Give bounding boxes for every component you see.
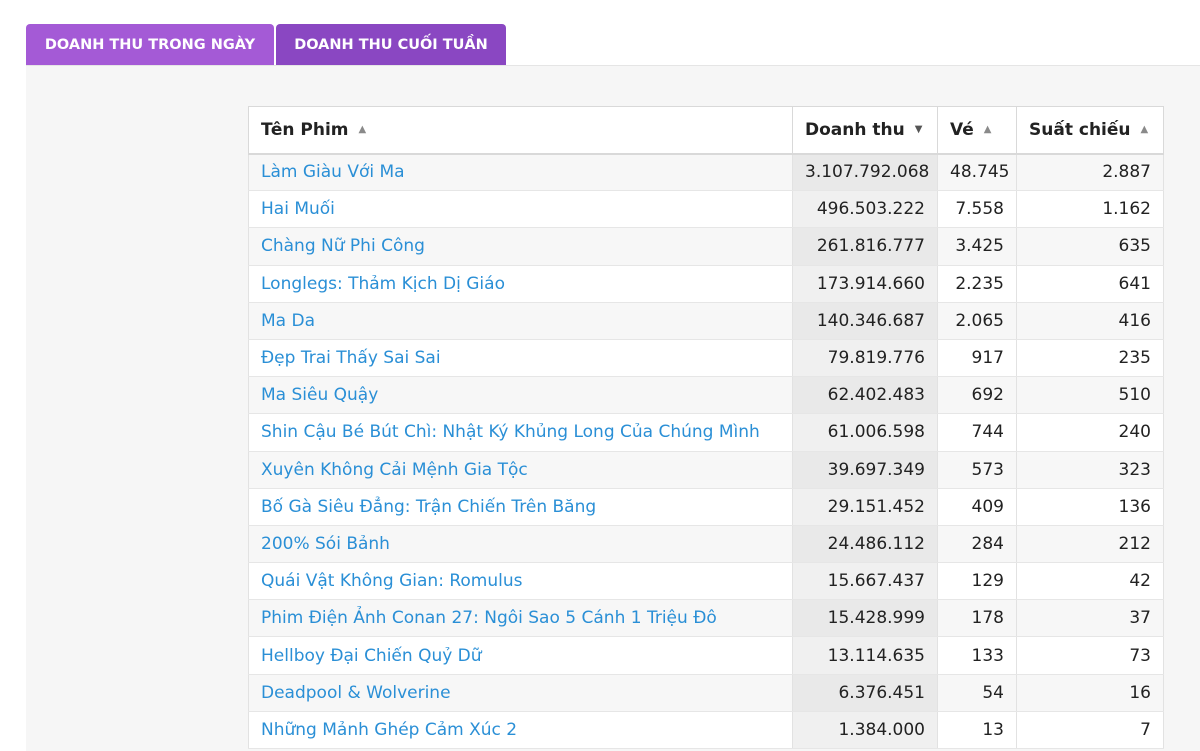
movie-name-link[interactable]: Deadpool & Wolverine: [248, 674, 793, 712]
revenue-cell: 140.346.687: [792, 302, 938, 340]
column-header-showings[interactable]: Suất chiếu ▲: [1016, 106, 1164, 155]
table-row: Hellboy Đại Chiến Quỷ Dữ 13.114.635 133 73: [248, 636, 1164, 675]
column-header-label: Suất chiếu: [1029, 119, 1131, 140]
table-row: Phim Điện Ảnh Conan 27: Ngôi Sao 5 Cánh …: [248, 599, 1164, 638]
showings-cell: 2.887: [1016, 153, 1164, 192]
sort-ascending-icon: ▲: [358, 124, 367, 136]
table-row: Những Mảnh Ghép Cảm Xúc 2 1.384.000 13 7: [248, 711, 1164, 750]
tickets-cell: 48.745: [937, 153, 1017, 192]
revenue-cell: 29.151.452: [792, 488, 938, 526]
showings-cell: 212: [1016, 525, 1164, 564]
tickets-cell: 284: [937, 525, 1017, 564]
showings-cell: 323: [1016, 451, 1164, 489]
revenue-cell: 173.914.660: [792, 265, 938, 303]
revenue-cell: 24.486.112: [792, 525, 938, 564]
box-office-table: Tên Phim ▲ Doanh thu ▼ Vé ▲ Suất chiếu ▲ Làm…: [248, 106, 1164, 750]
tickets-cell: 7.558: [937, 190, 1017, 229]
movie-name-link[interactable]: Quái Vật Không Gian: Romulus: [248, 562, 793, 601]
table-row: Ma Da 140.346.687 2.065 416: [248, 302, 1164, 340]
showings-cell: 42: [1016, 562, 1164, 601]
movie-name-link[interactable]: Đẹp Trai Thấy Sai Sai: [248, 339, 793, 378]
showings-cell: 235: [1016, 339, 1164, 378]
column-header-label: Tên Phim: [261, 119, 349, 140]
showings-cell: 7: [1016, 711, 1164, 750]
revenue-cell: 15.667.437: [792, 562, 938, 601]
table-row: Longlegs: Thảm Kịch Dị Giáo 173.914.660 2.…: [248, 265, 1164, 303]
revenue-cell: 13.114.635: [792, 636, 938, 675]
showings-cell: 635: [1016, 227, 1164, 266]
revenue-cell: 3.107.792.068: [792, 153, 938, 192]
tickets-cell: 692: [937, 376, 1017, 415]
showings-cell: 73: [1016, 636, 1164, 675]
sort-ascending-icon: ▲: [983, 124, 992, 136]
table-row: Đẹp Trai Thấy Sai Sai 79.819.776 917 235: [248, 339, 1164, 378]
movie-name-link[interactable]: Xuyên Không Cải Mệnh Gia Tộc: [248, 451, 793, 489]
tickets-cell: 133: [937, 636, 1017, 675]
movie-name-link[interactable]: Hellboy Đại Chiến Quỷ Dữ: [248, 636, 793, 675]
table-row: Bố Gà Siêu Đẳng: Trận Chiến Trên Băng 29.…: [248, 488, 1164, 526]
movie-name-link[interactable]: 200% Sói Bảnh: [248, 525, 793, 564]
table-row: 200% Sói Bảnh 24.486.112 284 212: [248, 525, 1164, 564]
table-row: Xuyên Không Cải Mệnh Gia Tộc 39.697.349 57…: [248, 451, 1164, 489]
movie-name-link[interactable]: Bố Gà Siêu Đẳng: Trận Chiến Trên Băng: [248, 488, 793, 526]
revenue-cell: 1.384.000: [792, 711, 938, 750]
revenue-cell: 79.819.776: [792, 339, 938, 378]
tickets-cell: 13: [937, 711, 1017, 750]
showings-cell: 37: [1016, 599, 1164, 638]
showings-cell: 416: [1016, 302, 1164, 340]
tickets-cell: 3.425: [937, 227, 1017, 266]
movie-name-link[interactable]: Shin Cậu Bé Bút Chì: Nhật Ký Khủng Long …: [248, 413, 793, 452]
table-row: Làm Giàu Với Ma 3.107.792.068 48.745 2.887: [248, 153, 1164, 192]
revenue-cell: 39.697.349: [792, 451, 938, 489]
tab-daily-revenue[interactable]: DOANH THU TRONG NGÀY: [26, 24, 274, 66]
movie-name-link[interactable]: Hai Muối: [248, 190, 793, 229]
tickets-cell: 178: [937, 599, 1017, 638]
table-body: Làm Giàu Với Ma 3.107.792.068 48.745 2.887 H…: [248, 153, 1164, 750]
table-row: Hai Muối 496.503.222 7.558 1.162: [248, 190, 1164, 229]
movie-name-link[interactable]: Chàng Nữ Phi Công: [248, 227, 793, 266]
column-header-label: Doanh thu: [805, 119, 905, 140]
showings-cell: 1.162: [1016, 190, 1164, 229]
tickets-cell: 2.065: [937, 302, 1017, 340]
revenue-cell: 15.428.999: [792, 599, 938, 638]
movie-name-link[interactable]: Làm Giàu Với Ma: [248, 153, 793, 192]
tickets-cell: 2.235: [937, 265, 1017, 303]
revenue-cell: 496.503.222: [792, 190, 938, 229]
tickets-cell: 573: [937, 451, 1017, 489]
revenue-cell: 62.402.483: [792, 376, 938, 415]
column-header-movie-name[interactable]: Tên Phim ▲: [248, 106, 793, 155]
showings-cell: 136: [1016, 488, 1164, 526]
table-row: Ma Siêu Quậy 62.402.483 692 510: [248, 376, 1164, 415]
tickets-cell: 129: [937, 562, 1017, 601]
revenue-cell: 6.376.451: [792, 674, 938, 712]
revenue-cell: 261.816.777: [792, 227, 938, 266]
revenue-cell: 61.006.598: [792, 413, 938, 452]
movie-name-link[interactable]: Phim Điện Ảnh Conan 27: Ngôi Sao 5 Cánh …: [248, 599, 793, 638]
tickets-cell: 744: [937, 413, 1017, 452]
movie-name-link[interactable]: Ma Siêu Quậy: [248, 376, 793, 415]
column-header-revenue[interactable]: Doanh thu ▼: [792, 106, 938, 155]
table-row: Chàng Nữ Phi Công 261.816.777 3.425 635: [248, 227, 1164, 266]
table-row: Shin Cậu Bé Bút Chì: Nhật Ký Khủng Long …: [248, 413, 1164, 452]
showings-cell: 16: [1016, 674, 1164, 712]
table-header-row: Tên Phim ▲ Doanh thu ▼ Vé ▲ Suất chiếu ▲: [248, 106, 1164, 155]
tab-bar: DOANH THU TRONG NGÀY DOANH THU CUỐI TUẦN: [26, 24, 506, 66]
movie-name-link[interactable]: Ma Da: [248, 302, 793, 340]
tickets-cell: 409: [937, 488, 1017, 526]
table-row: Deadpool & Wolverine 6.376.451 54 16: [248, 674, 1164, 712]
table-row: Quái Vật Không Gian: Romulus 15.667.437 12…: [248, 562, 1164, 601]
column-header-tickets[interactable]: Vé ▲: [937, 106, 1017, 155]
tickets-cell: 917: [937, 339, 1017, 378]
showings-cell: 510: [1016, 376, 1164, 415]
showings-cell: 240: [1016, 413, 1164, 452]
column-header-label: Vé: [950, 119, 974, 140]
sort-descending-icon: ▼: [914, 124, 923, 136]
movie-name-link[interactable]: Longlegs: Thảm Kịch Dị Giáo: [248, 265, 793, 303]
tickets-cell: 54: [937, 674, 1017, 712]
tab-weekend-revenue[interactable]: DOANH THU CUỐI TUẦN: [276, 24, 506, 66]
sort-ascending-icon: ▲: [1140, 124, 1149, 136]
showings-cell: 641: [1016, 265, 1164, 303]
movie-name-link[interactable]: Những Mảnh Ghép Cảm Xúc 2: [248, 711, 793, 750]
